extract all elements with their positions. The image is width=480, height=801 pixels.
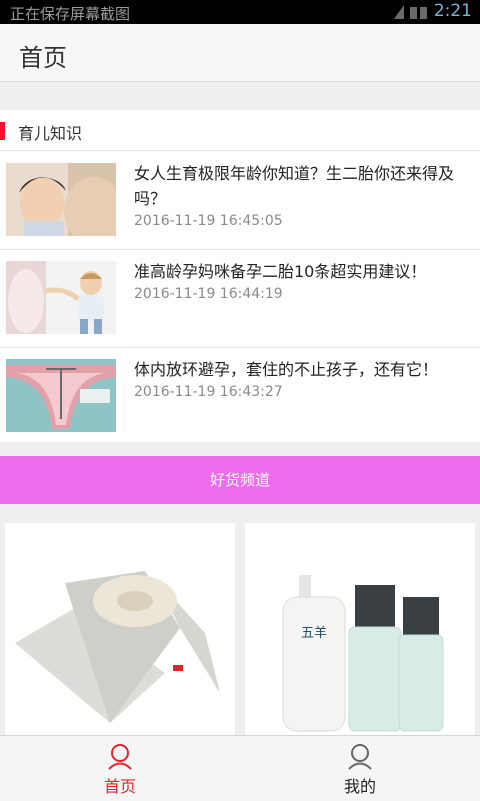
article-date: 2016-11-19 16:43:27 [134, 384, 283, 400]
signal-icon [394, 5, 427, 19]
knowledge-section: 育儿知识 女人生育极限年龄你知道？生二胎你还来得及吗？ 2016-11-19 1… [0, 110, 480, 442]
article-thumbnail [6, 359, 116, 432]
article-item[interactable]: 准高龄孕妈咪备孕二胎10条超实用建议！ 2016-11-19 16:44:19 [0, 249, 480, 348]
article-title: 准高龄孕妈咪备孕二胎10条超实用建议！ [134, 262, 427, 281]
bottom-tab-bar: 首页 我的 [0, 735, 480, 801]
status-notification: 正在保存屏幕截图 [10, 5, 131, 23]
app-header: 首页 [0, 24, 480, 82]
section-accent-bar [0, 122, 5, 140]
tab-home[interactable]: 首页 [0, 736, 240, 801]
product-card[interactable]: 五羊 [245, 523, 475, 736]
status-time: 2:21 [433, 1, 472, 21]
section-header: 育儿知识 [0, 110, 480, 151]
tab-label: 首页 [103, 777, 136, 796]
article-thumbnail [6, 261, 116, 334]
spacer [0, 82, 480, 110]
spacer [0, 442, 480, 456]
article-item[interactable]: 体内放环避孕，套住的不止孩子，还有它！ 2016-11-19 16:43:27 [0, 347, 480, 445]
tab-mine[interactable]: 我的 [240, 736, 480, 801]
status-bar: 正在保存屏幕截图 2:21 [0, 0, 480, 24]
product-brand: 五羊 [301, 625, 327, 640]
user-icon [348, 744, 372, 770]
article-date: 2016-11-19 16:45:05 [134, 213, 283, 229]
article-title: 女人生育极限年龄你知道？生二胎你还来得及吗？ [134, 164, 455, 208]
article-title: 体内放环避孕，套住的不止孩子，还有它！ [134, 360, 439, 379]
section-title: 育儿知识 [18, 124, 83, 143]
product-image: 五羊 [245, 523, 475, 736]
home-person-icon [108, 744, 132, 770]
channel-banner[interactable]: 好货频道 [0, 456, 480, 504]
article-thumbnail [6, 163, 116, 236]
page-title: 首页 [19, 44, 67, 72]
product-card[interactable] [5, 523, 235, 736]
tab-label: 我的 [343, 777, 376, 796]
product-image [5, 523, 235, 736]
article-item[interactable]: 女人生育极限年龄你知道？生二胎你还来得及吗？ 2016-11-19 16:45:… [0, 151, 480, 250]
article-date: 2016-11-19 16:44:19 [134, 286, 283, 302]
